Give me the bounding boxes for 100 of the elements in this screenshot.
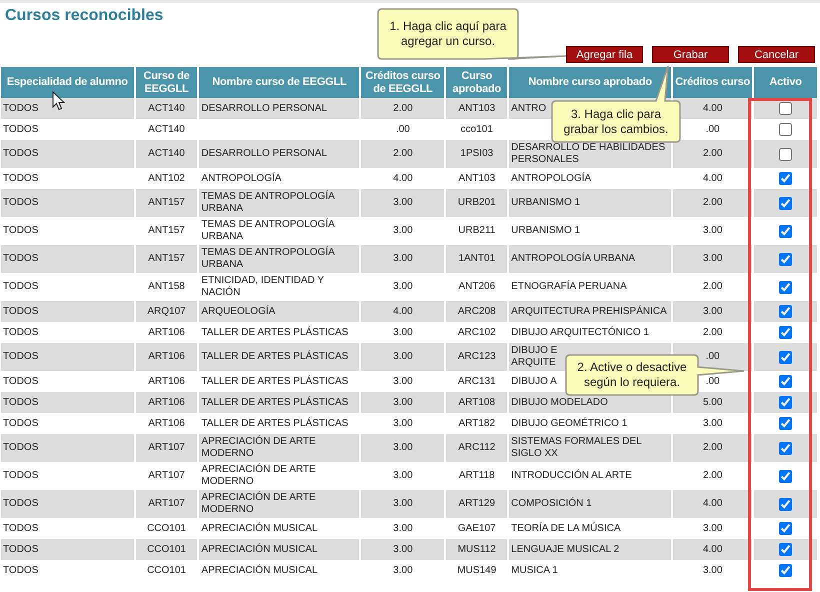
table-cell: 3.00 xyxy=(393,351,413,362)
table-cell: ART106 xyxy=(148,418,185,428)
active-checkbox[interactable] xyxy=(779,543,792,556)
active-checkbox[interactable] xyxy=(779,123,792,136)
active-checkbox[interactable] xyxy=(779,417,792,430)
table-cell: URB211 xyxy=(458,225,496,236)
table-cell: ANTRO xyxy=(511,102,546,114)
table-cell: TEORÍA DE LA MÚSICA xyxy=(511,522,621,534)
table-cell: TODOS xyxy=(3,522,38,534)
action-button[interactable]: Cancelar xyxy=(738,46,815,63)
active-checkbox[interactable] xyxy=(779,102,792,115)
active-checkbox[interactable] xyxy=(779,375,792,388)
table-cell: 4.00 xyxy=(393,172,413,184)
table-cell: ARC112 xyxy=(458,442,496,453)
active-checkbox[interactable] xyxy=(779,172,792,185)
table-cell: MUSICA 1 xyxy=(511,564,558,576)
table-cell: DESARROLLO PERSONAL xyxy=(201,102,328,114)
table-cell: 3.00 xyxy=(393,418,413,428)
column-header[interactable]: Curso de EEGGLL xyxy=(136,67,198,98)
table-cell: 2.00 xyxy=(702,442,722,453)
table-cell: ARQ107 xyxy=(147,306,186,316)
active-checkbox[interactable] xyxy=(779,442,792,454)
active-checkbox[interactable] xyxy=(779,148,792,160)
action-button[interactable]: Agregar fila xyxy=(566,46,643,63)
table-cell: 5.00 xyxy=(702,396,722,408)
active-checkbox[interactable] xyxy=(779,564,792,577)
table-cell: TODOS xyxy=(3,124,38,134)
table-cell: TALLER DE ARTES PLÁSTICAS xyxy=(201,418,348,428)
table-cell: ART106 xyxy=(148,396,185,408)
table-cell: TODOS xyxy=(3,376,38,386)
active-checkbox[interactable] xyxy=(779,224,792,238)
table-cell: TODOS xyxy=(3,470,38,481)
action-button[interactable]: Grabar xyxy=(652,46,729,63)
table-cell: 1PSI03 xyxy=(460,148,494,159)
active-checkbox[interactable] xyxy=(779,280,792,294)
active-checkbox[interactable] xyxy=(779,522,792,535)
column-header[interactable]: Curso aprobado xyxy=(446,67,508,98)
table-cell: DIBUJO E ARQUITE xyxy=(511,345,558,368)
table-cell: .00 xyxy=(396,124,410,134)
table-cell: 4.00 xyxy=(702,498,722,509)
table-cell: TODOS xyxy=(3,544,38,554)
column-header[interactable]: Créditos curso de EEGGLL xyxy=(361,67,444,98)
table-cell: ART106 xyxy=(148,376,185,386)
table-cell: 3.00 xyxy=(702,564,722,576)
table-cell: DIBUJO ARQUITECTÓNICO 1 xyxy=(511,326,649,338)
column-header[interactable]: Nombre curso aprobado xyxy=(509,67,672,98)
table-cell: TEMAS DE ANTROPOLOGÍA URBANA xyxy=(201,219,334,242)
table-cell: TALLER DE ARTES PLÁSTICAS xyxy=(201,396,348,408)
table-cell: DIBUJO GEOMÉTRICO 1 xyxy=(511,418,628,428)
table-cell: URBANISMO 1 xyxy=(511,197,580,208)
active-checkbox[interactable] xyxy=(779,470,792,482)
table-cell: 3.00 xyxy=(393,564,413,576)
active-checkbox[interactable] xyxy=(779,498,792,510)
table-cell: 3.00 xyxy=(393,281,413,292)
active-checkbox[interactable] xyxy=(779,196,792,210)
callout-text: 2. Active o desactive según lo requiera. xyxy=(576,360,688,390)
active-checkbox[interactable] xyxy=(779,252,792,266)
table-cell: ACT140 xyxy=(148,124,185,134)
table-cell: TODOS xyxy=(3,253,38,264)
active-checkbox[interactable] xyxy=(779,305,792,318)
table-cell: ARC123 xyxy=(458,351,496,362)
table-cell: ARC131 xyxy=(458,376,496,386)
table-cell: 3.00 xyxy=(393,498,413,509)
table-cell: TEMAS DE ANTROPOLOGÍA URBANA xyxy=(201,191,334,214)
active-checkbox[interactable] xyxy=(779,350,792,364)
table-cell: 2.00 xyxy=(702,470,722,481)
table-cell: APRECIACIÓN DE ARTE MODERNO xyxy=(201,464,316,487)
table-cell: ANT103 xyxy=(458,102,496,114)
table-cell: ANT103 xyxy=(458,172,496,184)
table-cell: TODOS xyxy=(3,442,38,453)
table-cell: ETNOGRAFÍA PERUANA xyxy=(511,281,627,292)
active-checkbox[interactable] xyxy=(779,396,792,409)
table-cell: ANT157 xyxy=(148,225,185,236)
table-cell: .00 xyxy=(706,351,720,362)
table-cell: TODOS xyxy=(3,197,38,208)
table-cell: TALLER DE ARTES PLÁSTICAS xyxy=(201,326,348,338)
table-cell: TALLER DE ARTES PLÁSTICAS xyxy=(201,376,348,386)
table-cell: ANTROPOLOGÍA xyxy=(201,172,282,184)
table-cell: 3.00 xyxy=(702,225,722,236)
table-cell: 3.00 xyxy=(393,197,413,208)
table-cell: ART118 xyxy=(458,470,495,481)
column-header[interactable]: Especialidad de alumno xyxy=(1,67,134,98)
table-cell: TODOS xyxy=(3,396,38,408)
column-header[interactable]: Nombre curso de EEGGLL xyxy=(199,67,360,98)
table-cell: 3.00 xyxy=(393,225,413,236)
column-header[interactable]: Activo xyxy=(754,67,817,98)
table-cell: APRECIACIÓN MUSICAL xyxy=(201,544,318,554)
table-cell: ART106 xyxy=(148,351,185,362)
table-cell: ART107 xyxy=(148,498,185,509)
table-cell: LENGUAJE MUSICAL 2 xyxy=(511,544,620,554)
table-cell: 3.00 xyxy=(393,470,413,481)
table-cell: URB201 xyxy=(458,197,496,208)
table-cell: MUS112 xyxy=(458,544,496,554)
table-cell: 3.00 xyxy=(393,253,413,264)
table-cell: ARQUITECTURA PREHISPÁNICA xyxy=(511,306,667,316)
column-header[interactable]: Créditos curso xyxy=(673,67,752,98)
table-cell: APRECIACIÓN DE ARTE MODERNO xyxy=(201,492,316,515)
table-cell: URBANISMO 1 xyxy=(511,225,580,236)
active-checkbox[interactable] xyxy=(779,326,792,339)
table-cell: TODOS xyxy=(3,172,38,184)
